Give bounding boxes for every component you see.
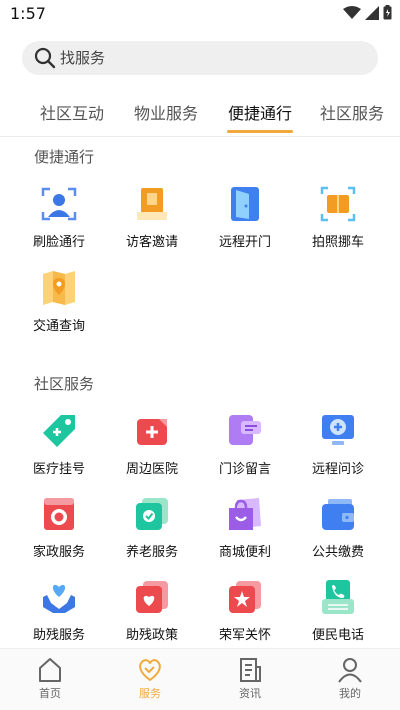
service-face-access[interactable]: 刷脸通行 <box>14 186 104 264</box>
service-traffic-query[interactable]: 交通查询 <box>14 270 104 348</box>
tab-community-interaction[interactable]: 社区互动 <box>40 100 104 124</box>
map-pin-icon <box>43 271 75 305</box>
tabs-divider <box>0 136 400 137</box>
nav-home[interactable]: 首页 <box>20 657 80 707</box>
service-medical-registration[interactable]: 医疗挂号 <box>14 413 104 491</box>
news-icon <box>240 658 261 682</box>
service-label: 远程开门 <box>218 235 271 250</box>
tab-community-service[interactable]: 社区服务 <box>320 100 384 124</box>
service-label: 商城便利 <box>218 545 271 560</box>
battery-icon <box>383 5 392 20</box>
service-label: 访客邀请 <box>125 235 178 250</box>
door-open-icon <box>231 187 259 221</box>
nav-label: 我的 <box>339 687 361 700</box>
service-label: 交通查询 <box>32 319 85 334</box>
elderly-care-icon <box>136 498 168 530</box>
status-time: 1:57 <box>10 4 46 23</box>
nav-news[interactable]: 资讯 <box>220 657 280 707</box>
service-label: 便民电话 <box>311 628 364 643</box>
tab-property-service[interactable]: 物业服务 <box>134 100 198 124</box>
nav-label: 资讯 <box>239 687 261 700</box>
service-photo-move-car[interactable]: 拍照挪车 <box>293 186 383 264</box>
nav-profile[interactable]: 我的 <box>320 657 380 707</box>
tab-active-indicator <box>227 130 293 133</box>
wifi-icon <box>343 5 361 19</box>
nav-label: 服务 <box>139 687 161 700</box>
section-title-convenient: 便捷通行 <box>34 148 95 166</box>
service-label: 刷脸通行 <box>32 235 85 250</box>
heart-hands-icon <box>43 584 75 613</box>
search-input[interactable] <box>60 41 360 75</box>
service-housekeeping[interactable]: 家政服务 <box>14 496 104 574</box>
shopping-bag-icon <box>229 498 261 530</box>
service-heart-icon <box>139 659 161 681</box>
remote-consult-icon <box>322 415 354 445</box>
chat-message-icon <box>229 415 261 445</box>
service-label: 家政服务 <box>32 545 85 560</box>
heart-doc-icon <box>136 581 168 613</box>
service-elderly-care[interactable]: 养老服务 <box>107 496 197 574</box>
bottom-navigation: 首页 服务 资讯 我的 <box>0 648 400 710</box>
service-label: 公共缴费 <box>311 545 364 560</box>
service-public-payment[interactable]: 公共缴费 <box>293 496 383 574</box>
search-bar[interactable] <box>22 41 378 75</box>
home-icon <box>39 658 61 682</box>
phone-icon <box>322 580 354 614</box>
service-label: 助残政策 <box>125 628 178 643</box>
service-clinic-message[interactable]: 门诊留言 <box>200 413 290 491</box>
service-hotline[interactable]: 便民电话 <box>293 579 383 657</box>
tab-convenient-access[interactable]: 便捷通行 <box>228 100 292 124</box>
wallet-icon <box>322 499 354 530</box>
service-remote-door[interactable]: 远程开门 <box>200 186 290 264</box>
service-label: 远程问诊 <box>311 462 364 477</box>
service-visitor-invite[interactable]: 访客邀请 <box>107 186 197 264</box>
signal-icon <box>365 5 379 20</box>
profile-icon <box>338 658 362 683</box>
service-label: 荣军关怀 <box>218 628 271 643</box>
nav-service[interactable]: 服务 <box>120 657 180 707</box>
service-label: 医疗挂号 <box>32 462 85 477</box>
service-disability-policy[interactable]: 助残政策 <box>107 579 197 657</box>
service-disability-assistance[interactable]: 助残服务 <box>14 579 104 657</box>
face-scan-icon <box>41 187 77 221</box>
service-nearby-hospital[interactable]: 周边医院 <box>107 413 197 491</box>
star-badge-icon <box>229 581 261 613</box>
visitor-invite-icon <box>137 188 167 220</box>
service-label: 养老服务 <box>125 545 178 560</box>
service-label: 助残服务 <box>32 628 85 643</box>
service-label: 周边医院 <box>125 462 178 477</box>
status-bar: 1:57 <box>0 0 400 28</box>
category-tabs: 社区互动 物业服务 便捷通行 社区服务 <box>0 92 400 136</box>
medical-tag-icon <box>43 415 75 447</box>
section-title-community: 社区服务 <box>34 375 95 393</box>
service-veteran-care[interactable]: 荣军关怀 <box>200 579 290 657</box>
search-icon <box>34 47 56 69</box>
washing-machine-icon <box>44 498 74 530</box>
hospital-icon <box>137 419 167 445</box>
service-label: 门诊留言 <box>218 462 271 477</box>
nav-label: 首页 <box>39 687 61 700</box>
photo-car-icon <box>320 186 356 222</box>
service-remote-consultation[interactable]: 远程问诊 <box>293 413 383 491</box>
service-mall-convenience[interactable]: 商城便利 <box>200 496 290 574</box>
service-label: 拍照挪车 <box>311 235 364 250</box>
status-icons <box>343 5 392 20</box>
